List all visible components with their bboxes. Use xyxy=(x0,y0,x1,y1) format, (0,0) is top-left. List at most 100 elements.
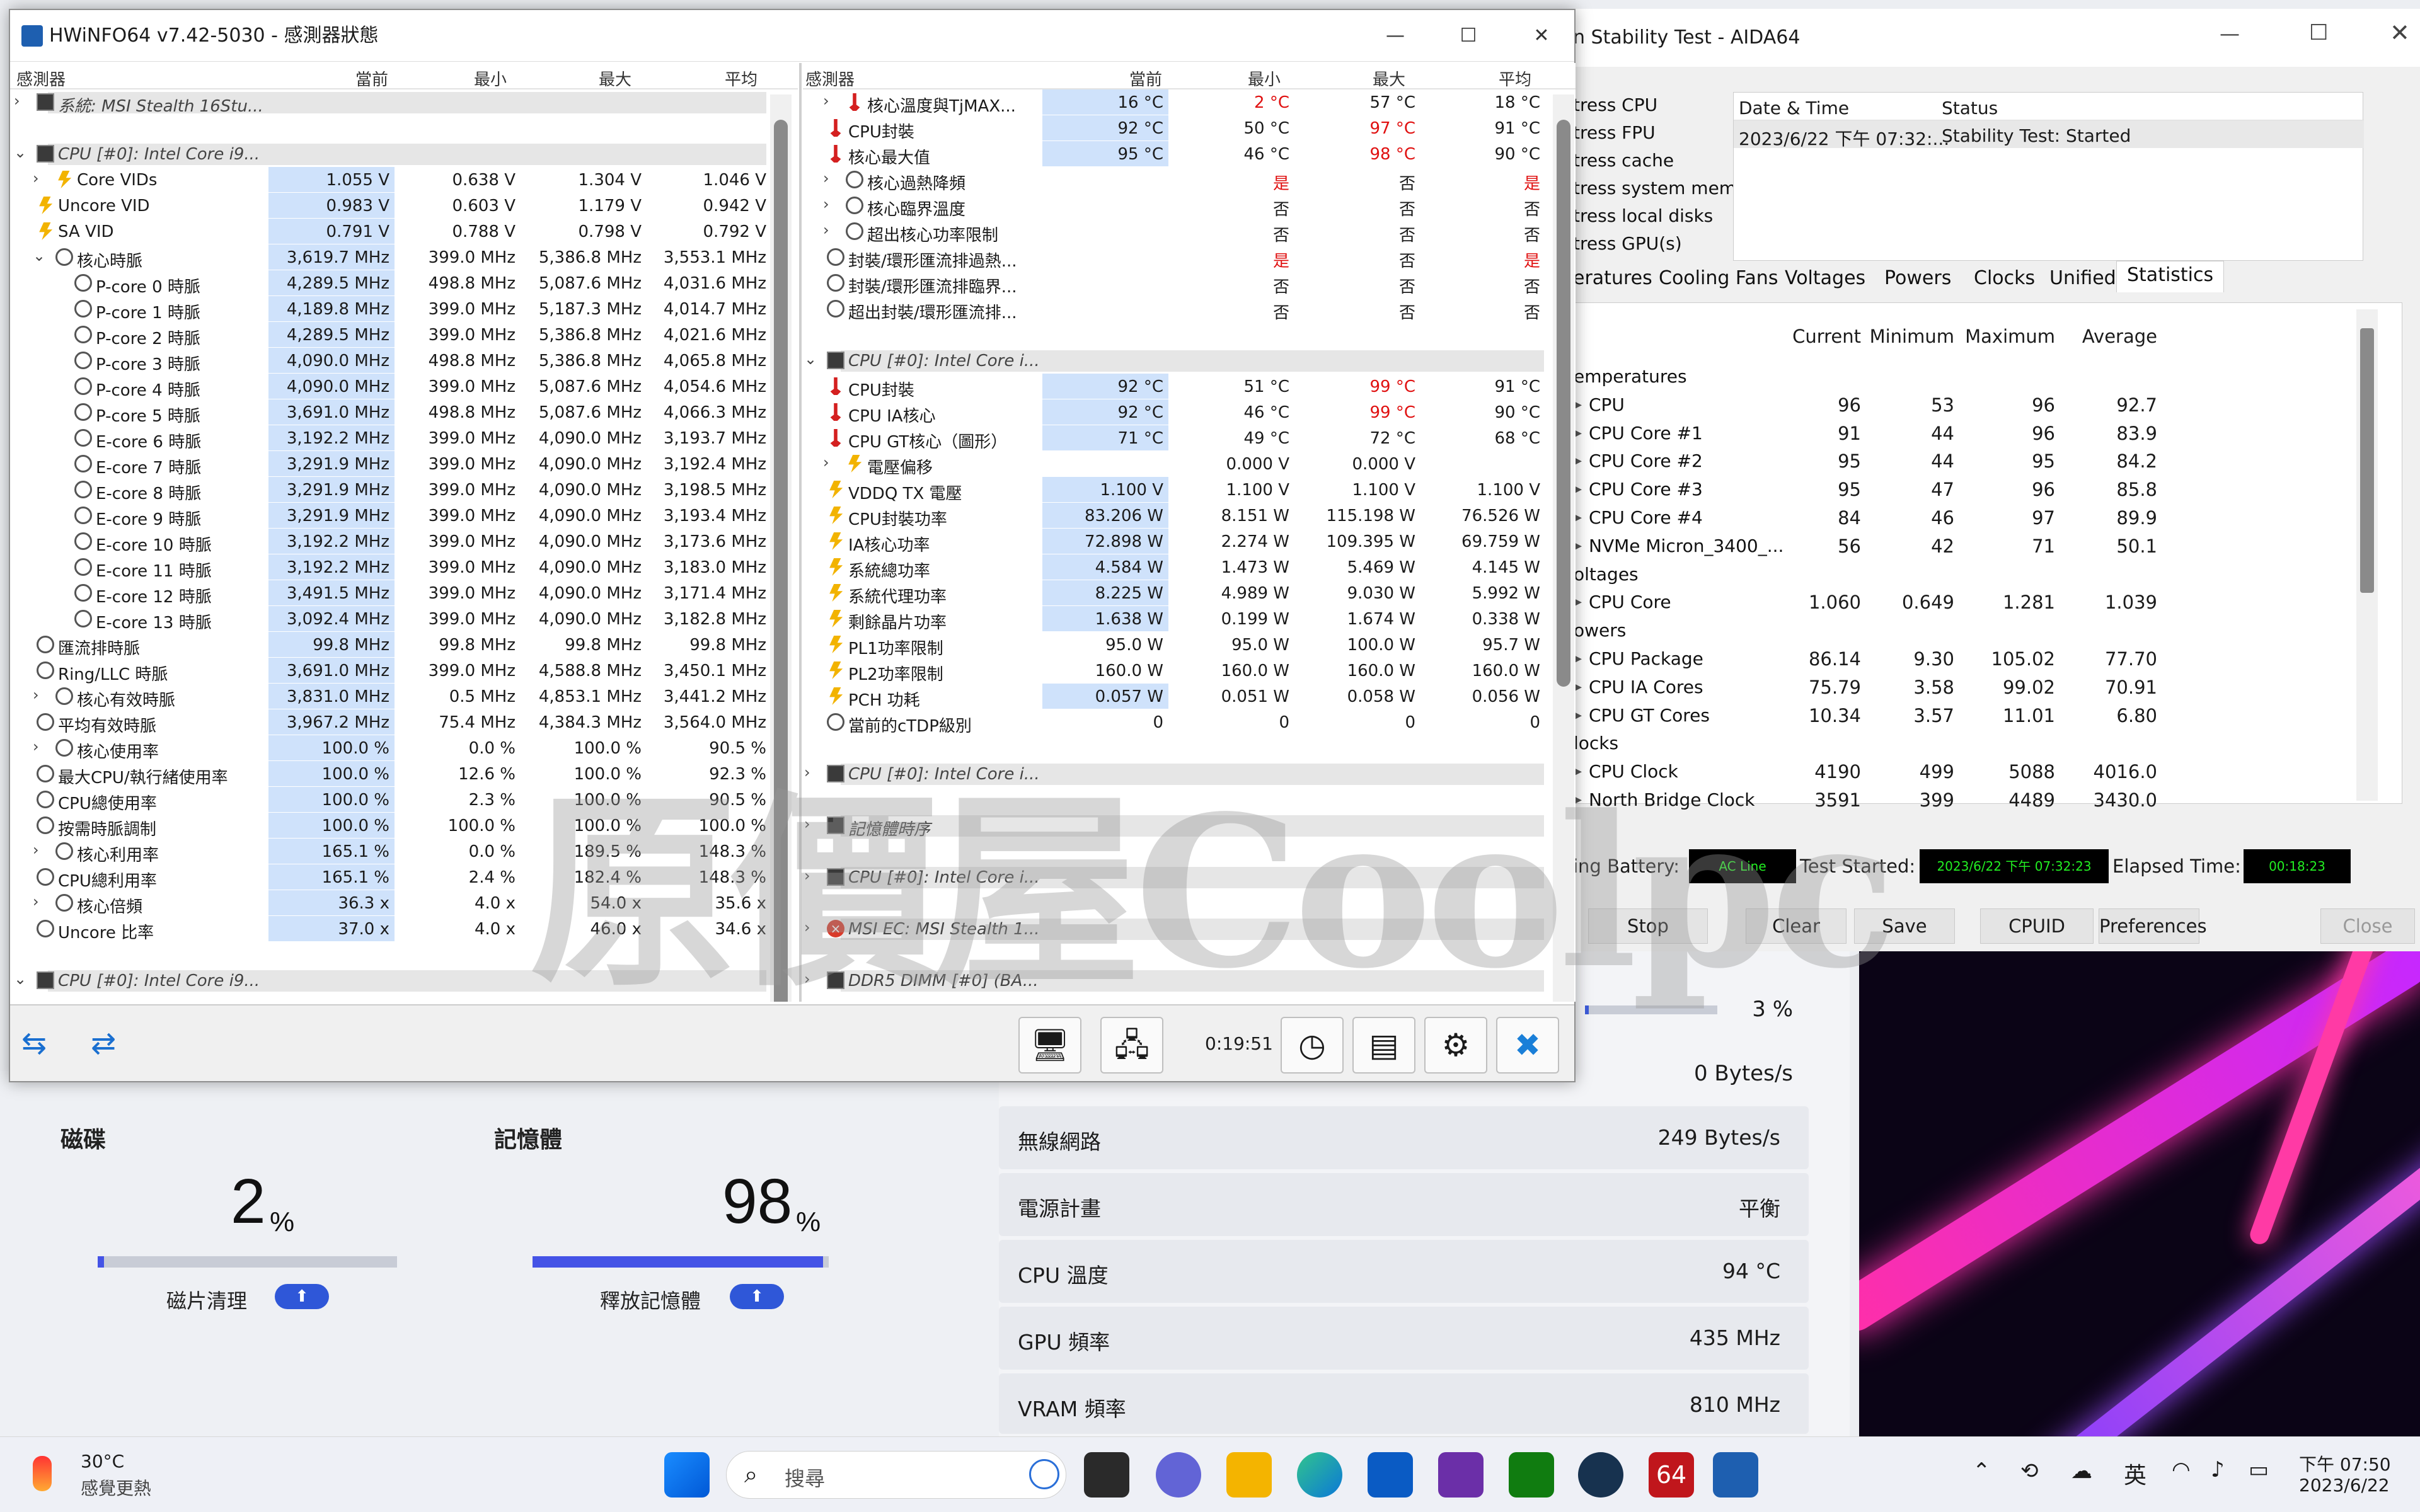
sensor-row[interactable]: E-core 9 時脈 3,291.9 MHz 399.0 MHz 4,090.0 M… xyxy=(10,503,798,529)
chevron-right-icon[interactable]: › xyxy=(823,92,842,110)
sensor-group-row[interactable]: ⌄ CPU [#0]: Intel Core i... xyxy=(803,348,1576,374)
msi-center-icon[interactable] xyxy=(1438,1452,1484,1498)
sensor-row[interactable]: 系統代理功率 8.225 W 4.989 W 9.030 W 5.992 W xyxy=(803,580,1576,607)
col-avg[interactable]: 平均 xyxy=(1499,67,1531,90)
sensor-row[interactable]: PCH 功耗 0.057 W 0.051 W 0.058 W 0.056 W xyxy=(803,684,1576,710)
wifi-icon[interactable]: ◠ xyxy=(2172,1457,2191,1482)
clock-date[interactable]: 2023/6/22 xyxy=(2299,1475,2390,1496)
col-sensor[interactable]: 感測器 xyxy=(16,67,66,90)
chevron-right-icon[interactable]: › xyxy=(823,454,842,471)
col-max[interactable]: 最大 xyxy=(1373,67,1405,90)
sensor-row[interactable]: Ring/LLC 時脈 3,691.0 MHz 399.0 MHz 4,588.8 M… xyxy=(10,658,798,684)
sensor-group-row[interactable]: › 系統: MSI Stealth 16Stu... xyxy=(10,89,798,116)
chevron-right-icon[interactable]: › xyxy=(33,169,52,187)
sensor-row[interactable]: PL2功率限制 160.0 W 160.0 W 160.0 W 160.0 W xyxy=(803,658,1576,684)
stats-group-row[interactable]: oltages xyxy=(1571,561,2353,589)
sensor-row[interactable]: SA VID 0.791 V 0.788 V 0.798 V 0.792 V xyxy=(10,219,798,244)
weather-temp[interactable]: 30°C xyxy=(81,1451,124,1472)
sensor-row[interactable]: P-core 2 時脈 4,289.5 MHz 399.0 MHz 5,386.8 M… xyxy=(10,322,798,348)
chevron-right-icon[interactable]: › xyxy=(823,221,842,239)
stats-col-header[interactable]: Minimum xyxy=(1867,326,1954,347)
sensor-row[interactable]: E-core 7 時脈 3,291.9 MHz 399.0 MHz 4,090.0 M… xyxy=(10,451,798,478)
stats-col-header[interactable]: Average xyxy=(2063,326,2157,347)
chevron-right-icon[interactable]: › xyxy=(33,738,52,755)
sensor-row[interactable]: VDDQ TX 電壓 1.100 V 1.100 V 1.100 V 1.100 V xyxy=(803,477,1576,503)
sensor-row[interactable]: › 超出核心功率限制 否 否 否 xyxy=(803,219,1576,245)
stats-row[interactable]: ▸ CPU Core #4 84 46 97 89.9 xyxy=(1571,505,2353,532)
stats-row[interactable]: ▸ CPU Package 86.14 9.30 105.02 77.70 xyxy=(1571,646,2353,673)
sensor-row[interactable]: E-core 6 時脈 3,192.2 MHz 399.0 MHz 4,090.0 M… xyxy=(10,425,798,452)
collapse-arrows-icon[interactable]: ⇄ xyxy=(91,1026,116,1061)
sensor-row[interactable]: › Core VIDs 1.055 V 0.638 V 1.304 V 1.046 V xyxy=(10,167,798,193)
preferences-button[interactable]: Preferences xyxy=(2099,908,2207,944)
stress-option[interactable]: tress system mem xyxy=(1573,178,1736,198)
sync-icon[interactable]: ⟲ xyxy=(2020,1458,2039,1484)
weather-desc[interactable]: 感覺更熱 xyxy=(81,1475,151,1500)
expand-arrows-icon[interactable]: ⇆ xyxy=(21,1026,47,1061)
sensor-row[interactable]: CPU GT核心（圖形） 71 °C 49 °C 72 °C 68 °C xyxy=(803,425,1576,452)
chevron-right-icon[interactable]: › xyxy=(823,169,842,187)
file-explorer-icon[interactable] xyxy=(1226,1452,1272,1498)
chevron-right-icon[interactable]: › xyxy=(33,841,52,859)
col-sensor[interactable]: 感測器 xyxy=(805,67,855,90)
sensor-row[interactable]: P-core 3 時脈 4,090.0 MHz 498.8 MHz 5,386.8 M… xyxy=(10,348,798,374)
taskbar-search[interactable]: ⌕ 搜尋 xyxy=(726,1451,1066,1499)
col-min[interactable]: 最小 xyxy=(474,67,507,90)
stress-option[interactable]: tress local disks xyxy=(1573,205,1713,226)
start-icon[interactable] xyxy=(664,1452,710,1498)
col-current[interactable]: 當前 xyxy=(355,67,388,90)
volume-icon[interactable]: ♪ xyxy=(2211,1457,2225,1482)
sensor-row[interactable]: P-core 1 時脈 4,189.8 MHz 399.0 MHz 5,187.3 M… xyxy=(10,296,798,323)
close-icon[interactable]: ✕ xyxy=(2390,19,2410,47)
sensor-row[interactable]: 超出封裝/環形匯流排... 否 否 否 xyxy=(803,296,1576,323)
tab-item[interactable]: Clocks xyxy=(1974,267,2035,289)
close-icon[interactable]: ✕ xyxy=(1505,10,1578,62)
chevron-down-icon[interactable]: ⌄ xyxy=(33,247,52,265)
sensor-row[interactable]: › 核心有效時脈 3,831.0 MHz 0.5 MHz 4,853.1 MHz 3,44… xyxy=(10,684,798,710)
stats-group-row[interactable]: emperatures xyxy=(1571,364,2353,391)
tab-statistics[interactable]: Statistics xyxy=(2116,261,2225,292)
cpuid-button[interactable]: CPUID xyxy=(1980,908,2094,944)
sensor-row[interactable]: P-core 5 時脈 3,691.0 MHz 498.8 MHz 5,087.6 M… xyxy=(10,399,798,426)
sensor-group-row[interactable]: ⌄ CPU [#0]: Intel Core i9... xyxy=(10,141,798,167)
stress-option[interactable]: tress cache xyxy=(1573,150,1674,171)
stress-option[interactable]: tress CPU xyxy=(1573,94,1657,115)
stats-row[interactable]: ▸ CPU IA Cores 75.79 3.58 99.02 70.91 xyxy=(1571,674,2353,702)
stats-row[interactable]: ▸ CPU Core 1.060 0.649 1.281 1.039 xyxy=(1571,589,2353,617)
weather-thermometer-icon[interactable] xyxy=(33,1456,52,1491)
stress-option[interactable]: tress GPU(s) xyxy=(1573,233,1682,254)
sensor-row[interactable]: 核心最大值 95 °C 46 °C 98 °C 90 °C xyxy=(803,141,1576,168)
chat-icon[interactable] xyxy=(1156,1452,1201,1498)
sensor-row[interactable]: P-core 0 時脈 4,289.5 MHz 498.8 MHz 5,087.6 M… xyxy=(10,270,798,297)
maximize-icon[interactable]: ☐ xyxy=(1432,10,1505,62)
chevron-right-icon[interactable]: › xyxy=(33,686,52,704)
sensor-row[interactable]: 封裝/環形匯流排過熱... 是 否 是 xyxy=(803,244,1576,271)
chevron-right-icon[interactable]: › xyxy=(14,92,33,110)
battery-icon[interactable]: ▭ xyxy=(2249,1457,2269,1482)
stats-col-header[interactable]: Current xyxy=(1779,326,1861,347)
stats-col-header[interactable]: Maximum xyxy=(1961,326,2055,347)
sensor-row[interactable]: CPU封裝 92 °C 51 °C 99 °C 91 °C xyxy=(803,374,1576,400)
tab-item[interactable]: Unified xyxy=(2049,267,2116,289)
sensor-row[interactable]: ⌄ 核心時脈 3,619.7 MHz 399.0 MHz 5,386.8 MHz 3,55… xyxy=(10,244,798,271)
stress-option[interactable]: tress FPU xyxy=(1573,122,1656,143)
col-min[interactable]: 最小 xyxy=(1248,67,1281,90)
sensor-row[interactable]: E-core 8 時脈 3,291.9 MHz 399.0 MHz 4,090.0 M… xyxy=(10,477,798,503)
xbox-icon[interactable] xyxy=(1509,1452,1554,1498)
stats-scrollbar[interactable] xyxy=(2356,309,2378,801)
stats-row[interactable]: ▸ CPU Core #2 95 44 95 84.2 xyxy=(1571,448,2353,476)
close-button[interactable]: Close xyxy=(2320,908,2415,944)
stats-scroll-thumb[interactable] xyxy=(2360,328,2374,593)
stats-row[interactable]: ▸ CPU Core #1 91 44 96 83.9 xyxy=(1571,420,2353,448)
col-max[interactable]: 最大 xyxy=(599,67,631,90)
tab-item[interactable]: Voltages xyxy=(1785,267,1865,289)
cloud-off-icon[interactable]: ☁ xyxy=(2071,1458,2092,1484)
tab-item[interactable]: Powers xyxy=(1884,267,1951,289)
chevron-down-icon[interactable]: ⌄ xyxy=(804,350,823,368)
store-icon[interactable] xyxy=(1368,1452,1413,1498)
minimize-icon[interactable]: — xyxy=(1359,10,1432,62)
chevron-right-icon[interactable]: › xyxy=(823,195,842,213)
sensor-row[interactable]: CPU封裝功率 83.206 W 8.151 W 115.198 W 76.526 W xyxy=(803,503,1576,529)
edge-icon[interactable] xyxy=(1297,1452,1342,1498)
sensor-row[interactable]: 匯流排時脈 99.8 MHz 99.8 MHz 99.8 MHz 99.8 MHz xyxy=(10,632,798,658)
